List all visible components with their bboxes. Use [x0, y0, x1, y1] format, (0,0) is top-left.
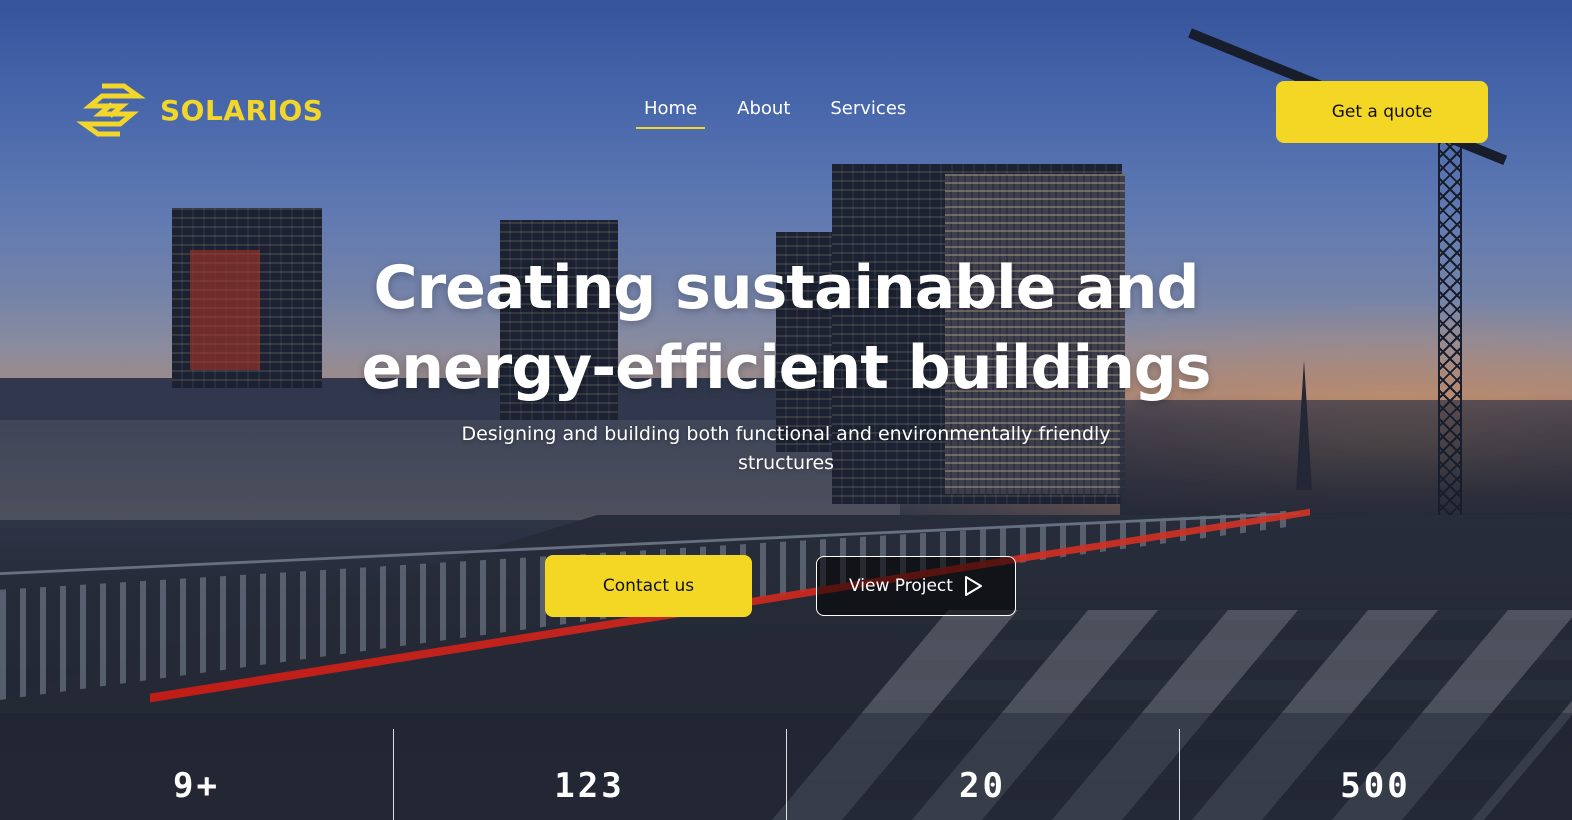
- nav-item-services[interactable]: Services: [822, 98, 914, 129]
- hero-section: Creating sustainable and energy-efficien…: [0, 248, 1572, 478]
- hero-subtitle: Designing and building both functional a…: [461, 423, 1111, 474]
- solarios-logo-icon: [76, 83, 146, 137]
- stat-item: 20: [786, 713, 1179, 820]
- hero-title-line-2: energy-efficient buildings: [361, 333, 1212, 403]
- stat-value: 123: [554, 766, 625, 806]
- contact-us-button[interactable]: Contact us: [545, 555, 752, 617]
- main-nav: Home About Services: [636, 98, 938, 129]
- stat-item: 9+: [0, 713, 393, 820]
- stat-item: 500: [1179, 713, 1572, 820]
- stats-bar: 9+ 123 20 500: [0, 713, 1572, 820]
- view-project-button[interactable]: View Project: [816, 556, 1016, 616]
- play-icon: [964, 576, 982, 596]
- view-project-label: View Project: [849, 576, 953, 596]
- brand-name: SOLARIOS: [160, 93, 324, 127]
- stat-item: 123: [393, 713, 786, 820]
- stat-value: 500: [1340, 766, 1411, 806]
- hero-title-line-1: Creating sustainable and: [373, 253, 1200, 323]
- get-a-quote-button[interactable]: Get a quote: [1276, 81, 1488, 143]
- stat-value: 9+: [173, 766, 220, 806]
- nav-item-home[interactable]: Home: [636, 98, 706, 129]
- brand-logo[interactable]: SOLARIOS: [72, 82, 323, 138]
- hero-title: Creating sustainable and energy-efficien…: [336, 248, 1236, 408]
- stat-value: 20: [959, 766, 1006, 806]
- nav-item-about[interactable]: About: [729, 98, 798, 129]
- site-header: SOLARIOS Home About Services Get a quote: [0, 0, 1572, 200]
